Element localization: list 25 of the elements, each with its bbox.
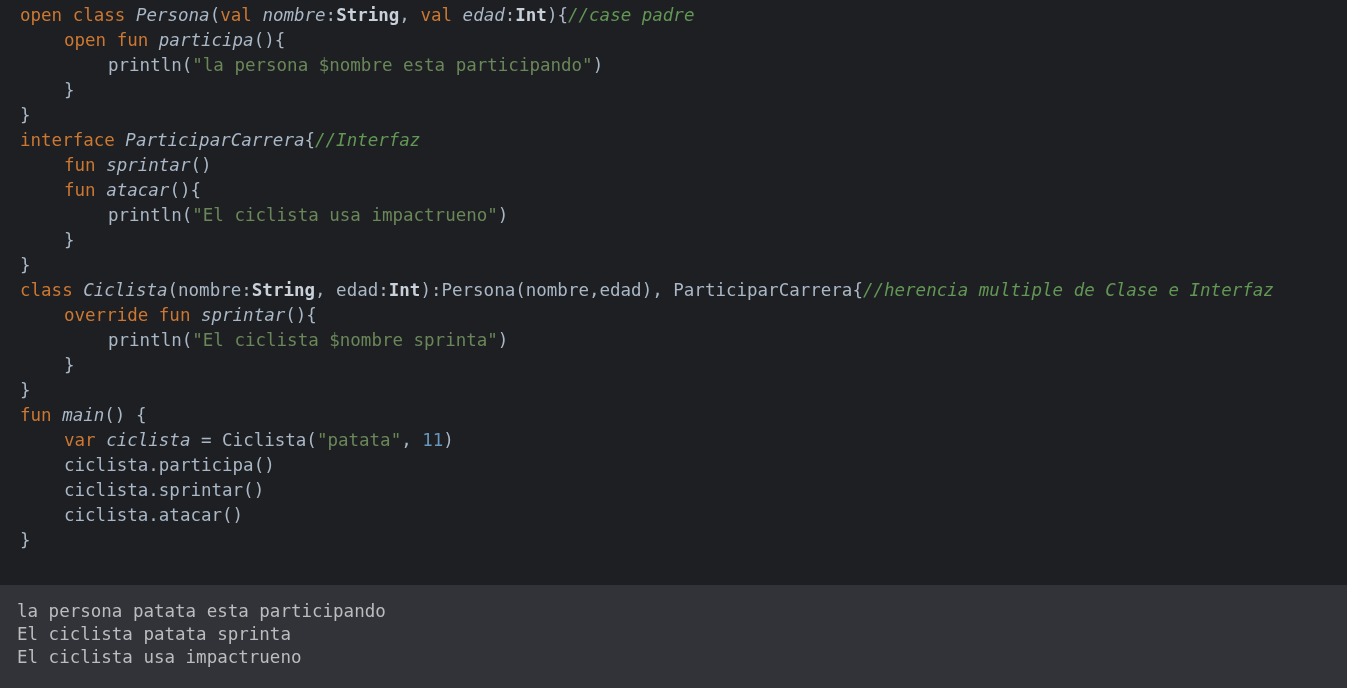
output-line: El ciclista usa impactrueno — [17, 646, 302, 669]
code-line: open fun participa(){ — [64, 29, 286, 52]
code-line: var ciclista = Ciclista("patata", 11) — [64, 429, 454, 452]
code-line: println("El ciclista usa impactrueno") — [108, 204, 509, 227]
code-line: println("la persona $nombre esta participando") — [108, 54, 604, 77]
code-line: fun sprintar() — [64, 154, 212, 177]
code-line: interface ParticiparCarrera{//Interfaz — [20, 129, 421, 152]
code-line: open class Persona(val nombre:String, val edad:Int){//case padre — [20, 4, 695, 27]
code-line: class Ciclista(nombre:String, edad:Int):Persona(nombre,edad), ParticiparCarrera{//herencia multiple de Clase e Interfaz — [20, 279, 1274, 302]
code-line: ciclista.sprintar() — [64, 479, 265, 502]
code-line: println("El ciclista $nombre sprinta") — [108, 329, 509, 352]
code-line: } — [20, 254, 31, 277]
code-line: fun main() { — [20, 404, 147, 427]
code-line: ciclista.participa() — [64, 454, 275, 477]
code-line: } — [20, 379, 31, 402]
code-line: } — [64, 354, 75, 377]
code-line: } — [64, 79, 75, 102]
code-line: fun atacar(){ — [64, 179, 201, 202]
code-line: } — [64, 229, 75, 252]
code-line: override fun sprintar(){ — [64, 304, 317, 327]
code-line: } — [20, 529, 31, 552]
code-line: ciclista.atacar() — [64, 504, 244, 527]
output-line: El ciclista patata sprinta — [17, 623, 291, 646]
code-line: } — [20, 104, 31, 127]
output-line: la persona patata esta participando — [17, 600, 386, 623]
